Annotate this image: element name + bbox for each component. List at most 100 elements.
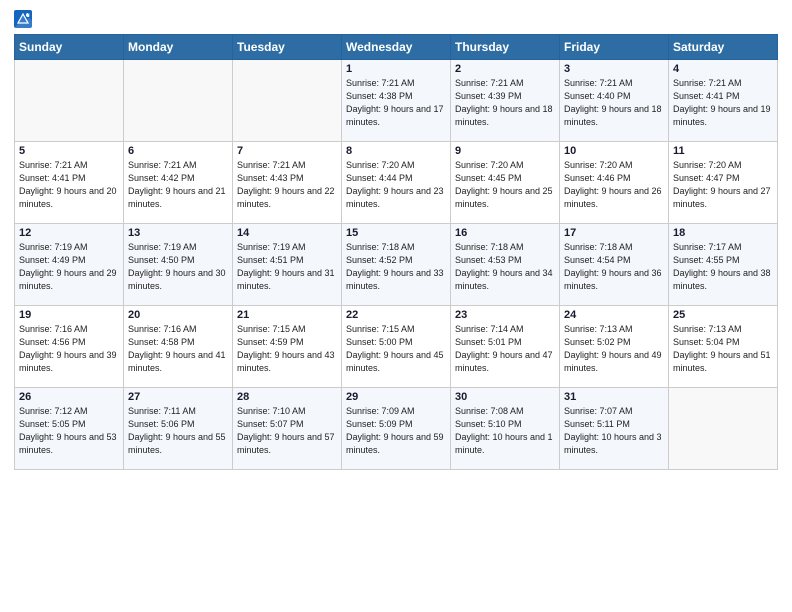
calendar-cell: 25 Sunrise: 7:13 AMSunset: 5:04 PMDayligh… bbox=[669, 306, 778, 388]
day-info: Sunrise: 7:10 AMSunset: 5:07 PMDaylight:… bbox=[237, 405, 337, 457]
weekday-header-saturday: Saturday bbox=[669, 35, 778, 60]
day-info: Sunrise: 7:18 AMSunset: 4:52 PMDaylight:… bbox=[346, 241, 446, 293]
day-number: 11 bbox=[673, 145, 773, 157]
calendar-cell: 27 Sunrise: 7:11 AMSunset: 5:06 PMDayligh… bbox=[124, 388, 233, 470]
day-number: 5 bbox=[19, 145, 119, 157]
day-info: Sunrise: 7:08 AMSunset: 5:10 PMDaylight:… bbox=[455, 405, 555, 457]
day-info: Sunrise: 7:20 AMSunset: 4:44 PMDaylight:… bbox=[346, 159, 446, 211]
day-info: Sunrise: 7:16 AMSunset: 4:56 PMDaylight:… bbox=[19, 323, 119, 375]
day-info: Sunrise: 7:13 AMSunset: 5:02 PMDaylight:… bbox=[564, 323, 664, 375]
logo bbox=[14, 10, 34, 28]
day-number: 22 bbox=[346, 309, 446, 321]
day-number: 29 bbox=[346, 391, 446, 403]
day-number: 16 bbox=[455, 227, 555, 239]
day-info: Sunrise: 7:21 AMSunset: 4:38 PMDaylight:… bbox=[346, 77, 446, 129]
day-number: 23 bbox=[455, 309, 555, 321]
day-info: Sunrise: 7:14 AMSunset: 5:01 PMDaylight:… bbox=[455, 323, 555, 375]
calendar-cell: 18Sunrise: 7:17 AMSunset: 4:55 PMDayligh… bbox=[669, 224, 778, 306]
day-number: 21 bbox=[237, 309, 337, 321]
day-info: Sunrise: 7:15 AMSunset: 4:59 PMDaylight:… bbox=[237, 323, 337, 375]
day-info: Sunrise: 7:21 AMSunset: 4:42 PMDaylight:… bbox=[128, 159, 228, 211]
calendar-cell bbox=[15, 60, 124, 142]
calendar-cell bbox=[669, 388, 778, 470]
logo-icon bbox=[14, 10, 32, 28]
calendar-cell: 4 Sunrise: 7:21 AMSunset: 4:41 PMDaylight… bbox=[669, 60, 778, 142]
calendar-cell: 13 Sunrise: 7:19 AMSunset: 4:50 PMDayligh… bbox=[124, 224, 233, 306]
day-info: Sunrise: 7:21 AMSunset: 4:40 PMDaylight:… bbox=[564, 77, 664, 129]
week-row-2: 5Sunrise: 7:21 AMSunset: 4:41 PMDaylight… bbox=[15, 142, 778, 224]
calendar-cell: 1 Sunrise: 7:21 AMSunset: 4:38 PMDaylight… bbox=[342, 60, 451, 142]
weekday-header-friday: Friday bbox=[560, 35, 669, 60]
day-info: Sunrise: 7:21 AMSunset: 4:43 PMDaylight:… bbox=[237, 159, 337, 211]
day-number: 7 bbox=[237, 145, 337, 157]
calendar-cell: 20 Sunrise: 7:16 AMSunset: 4:58 PMDayligh… bbox=[124, 306, 233, 388]
day-info: Sunrise: 7:18 AMSunset: 4:53 PMDaylight:… bbox=[455, 241, 555, 293]
day-info: Sunrise: 7:15 AMSunset: 5:00 PMDaylight:… bbox=[346, 323, 446, 375]
day-number: 30 bbox=[455, 391, 555, 403]
calendar-cell bbox=[124, 60, 233, 142]
day-number: 24 bbox=[564, 309, 664, 321]
day-number: 9 bbox=[455, 145, 555, 157]
calendar-table: SundayMondayTuesdayWednesdayThursdayFrid… bbox=[14, 34, 778, 470]
calendar-cell: 28 Sunrise: 7:10 AMSunset: 5:07 PMDayligh… bbox=[233, 388, 342, 470]
calendar-page: SundayMondayTuesdayWednesdayThursdayFrid… bbox=[0, 0, 792, 612]
day-number: 27 bbox=[128, 391, 228, 403]
weekday-header-sunday: Sunday bbox=[15, 35, 124, 60]
calendar-cell: 11 Sunrise: 7:20 AMSunset: 4:47 PMDayligh… bbox=[669, 142, 778, 224]
day-info: Sunrise: 7:20 AMSunset: 4:45 PMDaylight:… bbox=[455, 159, 555, 211]
day-info: Sunrise: 7:18 AMSunset: 4:54 PMDaylight:… bbox=[564, 241, 664, 293]
calendar-cell: 14 Sunrise: 7:19 AMSunset: 4:51 PMDayligh… bbox=[233, 224, 342, 306]
day-info: Sunrise: 7:07 AMSunset: 5:11 PMDaylight:… bbox=[564, 405, 664, 457]
day-info: Sunrise: 7:19 AMSunset: 4:50 PMDaylight:… bbox=[128, 241, 228, 293]
day-number: 17 bbox=[564, 227, 664, 239]
calendar-cell: 12 Sunrise: 7:19 AMSunset: 4:49 PMDayligh… bbox=[15, 224, 124, 306]
day-info: Sunrise: 7:11 AMSunset: 5:06 PMDaylight:… bbox=[128, 405, 228, 457]
day-number: 8 bbox=[346, 145, 446, 157]
day-number: 10 bbox=[564, 145, 664, 157]
day-info: Sunrise: 7:09 AMSunset: 5:09 PMDaylight:… bbox=[346, 405, 446, 457]
calendar-cell: 30 Sunrise: 7:08 AMSunset: 5:10 PMDayligh… bbox=[451, 388, 560, 470]
week-row-1: 1 Sunrise: 7:21 AMSunset: 4:38 PMDaylight… bbox=[15, 60, 778, 142]
day-number: 25 bbox=[673, 309, 773, 321]
calendar-cell: 6Sunrise: 7:21 AMSunset: 4:42 PMDaylight… bbox=[124, 142, 233, 224]
day-number: 19 bbox=[19, 309, 119, 321]
calendar-cell: 16 Sunrise: 7:18 AMSunset: 4:53 PMDayligh… bbox=[451, 224, 560, 306]
calendar-cell: 23 Sunrise: 7:14 AMSunset: 5:01 PMDayligh… bbox=[451, 306, 560, 388]
day-number: 4 bbox=[673, 63, 773, 75]
calendar-cell: 19 Sunrise: 7:16 AMSunset: 4:56 PMDayligh… bbox=[15, 306, 124, 388]
weekday-header-thursday: Thursday bbox=[451, 35, 560, 60]
calendar-cell: 7 Sunrise: 7:21 AMSunset: 4:43 PMDaylight… bbox=[233, 142, 342, 224]
day-number: 12 bbox=[19, 227, 119, 239]
day-info: Sunrise: 7:19 AMSunset: 4:51 PMDaylight:… bbox=[237, 241, 337, 293]
calendar-cell: 5Sunrise: 7:21 AMSunset: 4:41 PMDaylight… bbox=[15, 142, 124, 224]
weekday-header-row: SundayMondayTuesdayWednesdayThursdayFrid… bbox=[15, 35, 778, 60]
day-info: Sunrise: 7:20 AMSunset: 4:47 PMDaylight:… bbox=[673, 159, 773, 211]
day-number: 20 bbox=[128, 309, 228, 321]
day-info: Sunrise: 7:13 AMSunset: 5:04 PMDaylight:… bbox=[673, 323, 773, 375]
day-number: 26 bbox=[19, 391, 119, 403]
calendar-cell: 3 Sunrise: 7:21 AMSunset: 4:40 PMDaylight… bbox=[560, 60, 669, 142]
day-info: Sunrise: 7:17 AMSunset: 4:55 PMDaylight:… bbox=[673, 241, 773, 293]
calendar-cell: 31Sunrise: 7:07 AMSunset: 5:11 PMDayligh… bbox=[560, 388, 669, 470]
weekday-header-tuesday: Tuesday bbox=[233, 35, 342, 60]
day-number: 1 bbox=[346, 63, 446, 75]
week-row-5: 26Sunrise: 7:12 AMSunset: 5:05 PMDayligh… bbox=[15, 388, 778, 470]
weekday-header-monday: Monday bbox=[124, 35, 233, 60]
day-info: Sunrise: 7:21 AMSunset: 4:41 PMDaylight:… bbox=[673, 77, 773, 129]
calendar-cell: 21 Sunrise: 7:15 AMSunset: 4:59 PMDayligh… bbox=[233, 306, 342, 388]
calendar-cell: 24 Sunrise: 7:13 AMSunset: 5:02 PMDayligh… bbox=[560, 306, 669, 388]
day-number: 3 bbox=[564, 63, 664, 75]
day-number: 13 bbox=[128, 227, 228, 239]
day-info: Sunrise: 7:16 AMSunset: 4:58 PMDaylight:… bbox=[128, 323, 228, 375]
calendar-cell: 15Sunrise: 7:18 AMSunset: 4:52 PMDayligh… bbox=[342, 224, 451, 306]
calendar-cell: 22 Sunrise: 7:15 AMSunset: 5:00 PMDayligh… bbox=[342, 306, 451, 388]
calendar-cell: 9 Sunrise: 7:20 AMSunset: 4:45 PMDaylight… bbox=[451, 142, 560, 224]
day-info: Sunrise: 7:21 AMSunset: 4:39 PMDaylight:… bbox=[455, 77, 555, 129]
weekday-header-wednesday: Wednesday bbox=[342, 35, 451, 60]
day-number: 28 bbox=[237, 391, 337, 403]
calendar-cell: 17 Sunrise: 7:18 AMSunset: 4:54 PMDayligh… bbox=[560, 224, 669, 306]
calendar-cell: 29 Sunrise: 7:09 AMSunset: 5:09 PMDayligh… bbox=[342, 388, 451, 470]
day-info: Sunrise: 7:19 AMSunset: 4:49 PMDaylight:… bbox=[19, 241, 119, 293]
day-number: 2 bbox=[455, 63, 555, 75]
day-number: 14 bbox=[237, 227, 337, 239]
